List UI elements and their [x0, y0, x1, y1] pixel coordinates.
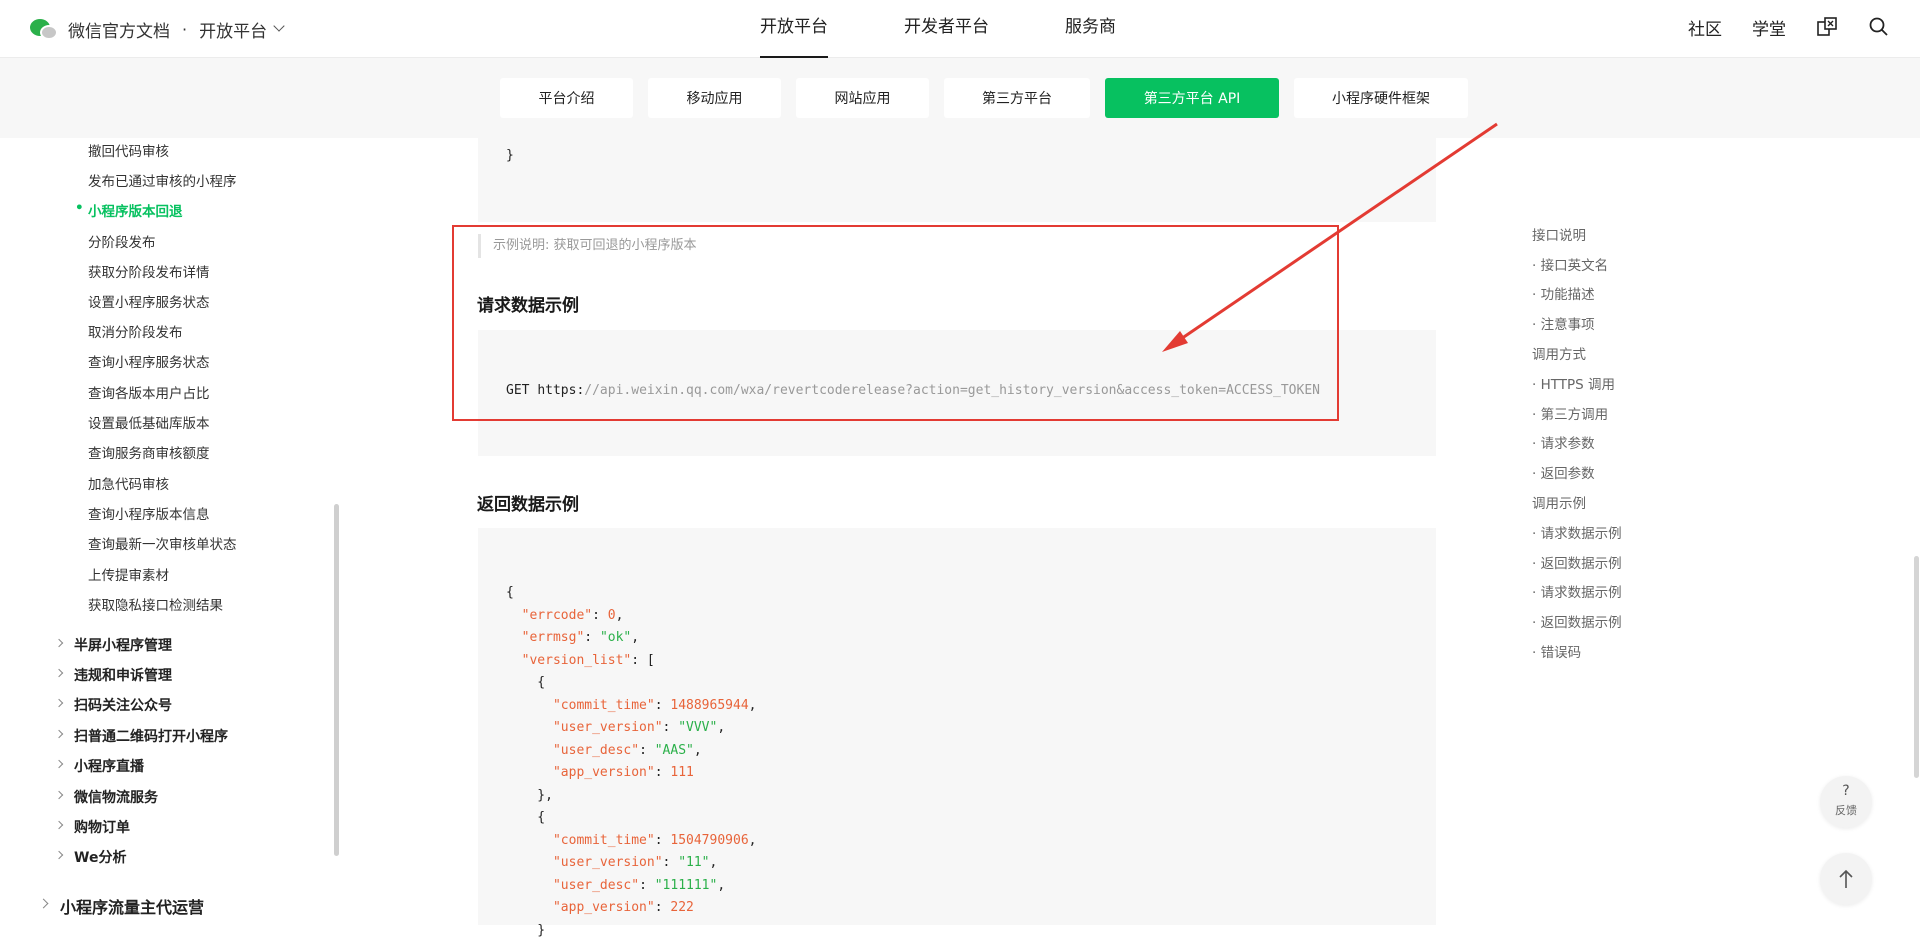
toc-item[interactable]: · 返回数据示例 — [1532, 611, 1622, 631]
feedback-button[interactable]: ? 反馈 — [1820, 776, 1872, 828]
toc-item[interactable]: 接口说明 — [1532, 224, 1586, 244]
toc-item[interactable]: · 注意事项 — [1532, 313, 1595, 333]
toc-item[interactable]: · 第三方调用 — [1532, 403, 1608, 423]
toc-item[interactable]: 调用示例 — [1532, 492, 1586, 512]
toc-item[interactable]: · 功能描述 — [1532, 283, 1595, 303]
toc-item[interactable]: · 请求参数 — [1532, 432, 1595, 452]
toc-item[interactable]: · 请求数据示例 — [1532, 522, 1622, 542]
annotation-arrow — [1162, 122, 1498, 352]
feedback-label: 反馈 — [1835, 804, 1857, 817]
toc-item[interactable]: 调用方式 — [1532, 343, 1586, 363]
toc-item[interactable]: · 返回参数 — [1532, 462, 1595, 482]
toc-item[interactable]: · HTTPS 调用 — [1532, 373, 1615, 393]
question-icon: ? — [1842, 783, 1850, 799]
arrow-up-icon — [1839, 869, 1853, 888]
page-scrollbar[interactable] — [1914, 556, 1919, 778]
toc-item[interactable]: · 返回数据示例 — [1532, 552, 1622, 572]
toc-item[interactable]: · 错误码 — [1532, 641, 1581, 661]
toc-item[interactable]: · 请求数据示例 — [1532, 581, 1622, 601]
toc-item[interactable]: · 接口英文名 — [1532, 254, 1608, 274]
back-to-top-button[interactable] — [1820, 853, 1872, 905]
